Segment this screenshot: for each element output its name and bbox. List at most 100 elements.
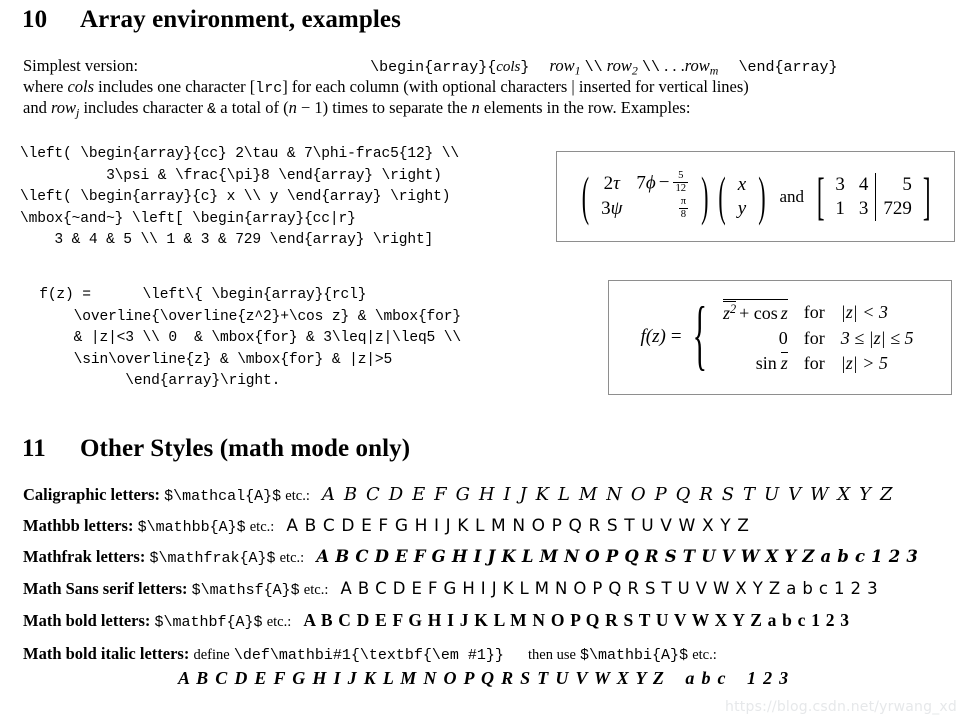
style-etc-mathcal: etc.:: [285, 488, 310, 504]
piecewise-for-2: for: [803, 328, 825, 349]
style-row-mathbf: Math bold letters: $\mathbf{A}$ etc.: A …: [23, 610, 850, 631]
intro-line3-c: a total of (: [216, 98, 289, 117]
left-paren-vector-b: (: [718, 164, 726, 226]
intro-line3-amp: &: [207, 101, 217, 118]
right-bracket-matrix-c: ]: [922, 165, 931, 225]
piecewise-for-1: for: [803, 301, 825, 322]
overline-inner-1: z2: [722, 300, 737, 324]
piecewise-cases: z2 + cos z for |z| < 3 0 for 3 ≤ |z| ≤ 5 s…: [717, 298, 919, 376]
right-paren-matrix-a: ): [701, 164, 709, 226]
matrix-a-cell-1-1: 2τ: [603, 172, 620, 194]
left-bracket-matrix-c: [: [816, 165, 825, 225]
intro-line3-b: includes character: [79, 98, 208, 117]
intro-line2-lrc: lrc: [255, 80, 283, 97]
intro-row-m-sub: m: [709, 63, 719, 78]
intro-line3-d: − 1) times to separate the: [296, 98, 472, 117]
style-label-mathsf: Math Sans serif letters: [23, 579, 183, 598]
style-command-mathbf: $\mathbf{A}$: [154, 614, 263, 631]
intro-line3-n: n: [288, 98, 297, 117]
style-row-mathbb: Mathbb letters: $\mathbb{A}$ etc.: A B C…: [23, 516, 750, 536]
intro-row-2-sub: 2: [631, 63, 638, 78]
mathbi-definition-code: \def\mathbi#1{\textbf{\em #1}}: [233, 647, 504, 664]
fraction-5-over-12: 5 12: [673, 170, 689, 194]
right-paren-vector-b: ): [758, 164, 766, 226]
style-row-mathcal: Caligraphic letters: $\mathcal{A}$ etc.:…: [23, 484, 895, 506]
style-label-mathbb: Mathbb letters: [23, 516, 128, 535]
mathbi-usage-code: $\mathbi{A}$: [580, 647, 689, 664]
define-word: define: [193, 647, 230, 663]
rendered-math-box-1: ( 2τ 7ϕ −5 12 3ψ π8 ) ( x y) and [3 4 …: [556, 151, 955, 242]
vector-b: x y: [731, 173, 753, 221]
style-label-mathcal: Caligraphic letters: [23, 485, 155, 504]
intro-simplest-label: Simplest version:: [23, 56, 139, 75]
and-conjunction: and: [779, 186, 805, 206]
style-sample-mathbi-letters: A B C D E F G H I J K L M N O P Q R S T …: [178, 668, 666, 688]
style-sample-mathbi-abc: a b c: [685, 668, 727, 688]
matrix-c-cell-2-2: 3: [858, 197, 869, 219]
intro-ellipsis: . . .: [664, 56, 685, 75]
vector-b-row-2: y: [731, 197, 753, 221]
document-page: 10 Array environment, examples Simplest v…: [0, 0, 965, 717]
intro-sep-2: \\: [641, 59, 660, 76]
left-paren-matrix-a: (: [581, 164, 590, 226]
style-command-mathfrak: $\mathfrak{A}$: [149, 550, 276, 567]
rendered-math-box-2: f(z) = { z2 + cos z for |z| < 3 0 for 3 ≤ |…: [608, 280, 952, 395]
style-sample-mathbf: A B C D E F G H I J K L M N O P Q R S T …: [303, 610, 850, 630]
piecewise-cond-2: 3 ≤ |z| ≤ 5: [840, 328, 914, 349]
intro-row-1: row: [549, 56, 575, 75]
intro-row-2: row: [606, 56, 632, 75]
style-sample-mathbi-123: 1 2 3: [746, 668, 790, 688]
matrix-c-row-1: 3 4 5: [828, 172, 919, 197]
intro-line3-n2: n: [471, 98, 480, 117]
style-sample-mathbi-row: A B C D E F G H I J K L M N O P Q R S T …: [178, 668, 789, 689]
style-etc-mathsf: etc.:: [303, 582, 329, 598]
intro-end-array-code: \end{array}: [738, 59, 838, 76]
matrix-a: 2τ 7ϕ −5 12 3ψ π8: [594, 170, 696, 223]
style-label-mathbf: Math bold letters: [23, 611, 145, 630]
style-etc-mathbi: etc.:: [692, 647, 717, 663]
style-sample-mathcal: A B C D E F G H I J K L M N O P Q R S T …: [321, 484, 895, 505]
intro-line-3: and rowj includes character & a total of…: [23, 98, 690, 123]
matrix-c-row-2: 1 3 729: [828, 196, 919, 221]
overline-z-3: z: [780, 352, 788, 374]
intro-line2-cols: cols: [67, 77, 95, 96]
then-use-words: then use: [528, 647, 576, 663]
vector-b-cell-1: x: [737, 173, 747, 195]
intro-line-2: where cols includes one character [lrc] …: [23, 77, 749, 99]
matrix-c-cell-1-2: 4: [858, 173, 869, 195]
matrix-c: 3 4 5 1 3 729: [828, 172, 919, 221]
style-row-mathfrak: Mathfrak letters: $\mathfrak{A}$ etc.: A…: [23, 547, 919, 567]
intro-cols-arg: cols: [496, 59, 521, 75]
latex-code-block-1: \left( \begin{array}{cc} 2\tau & 7\phi-f…: [20, 146, 459, 248]
style-command-mathcal: $\mathcal{A}$: [164, 488, 282, 505]
matrix-c-cell-2-3: 729: [875, 196, 919, 221]
style-etc-mathbb: etc.:: [249, 519, 275, 535]
style-sample-mathbb: A B C D E F G H I J K L M N O P Q R S T …: [286, 516, 750, 536]
matrix-a-row-1: 2τ 7ϕ −5 12: [594, 170, 696, 197]
intro-line2-a: where: [23, 77, 68, 96]
latex-code-block-2: f(z) = \left\{ \begin{array}{rcl} \overl…: [39, 287, 461, 389]
matrix-a-cell-1-2: 7ϕ −5 12: [636, 170, 689, 194]
piecewise-lhs: f(z) =: [640, 326, 682, 348]
style-etc-mathbf: etc.:: [266, 614, 292, 630]
matrix-c-cell-1-1: 3: [835, 173, 845, 195]
matrix-a-cell-2-2: π8: [629, 196, 696, 223]
intro-line2-b: includes one character [: [94, 77, 256, 96]
style-sample-mathsf: A B C D E F G H I J K L M N O P Q R S T …: [340, 579, 878, 598]
piecewise-cond-3: |z| > 5: [840, 353, 888, 374]
intro-begin-array-code: \begin{array}{: [370, 59, 497, 76]
intro-line3-row: row: [50, 98, 77, 117]
piecewise-value-3: sin z: [755, 352, 788, 374]
fraction-pi-over-8: π8: [678, 196, 689, 220]
section-11-heading: 11 Other Styles (math mode only): [22, 435, 410, 463]
style-row-mathbi: Math bold italic letters: define \def\ma…: [23, 644, 717, 664]
piecewise-value-2: 0: [778, 328, 788, 349]
piecewise-cond-1: |z| < 3: [840, 301, 888, 322]
piecewise-value-1: z2 + cos z: [717, 298, 794, 326]
piecewise-for-3: for: [803, 353, 825, 374]
left-curly-brace: {: [692, 293, 707, 380]
style-etc-mathfrak: etc.:: [279, 550, 305, 566]
matrix-c-cell-1-3: 5: [875, 172, 919, 197]
intro-row-1-sub: 1: [574, 63, 581, 78]
style-row-mathsf: Math Sans serif letters: $\mathsf{A}$ et…: [23, 579, 878, 599]
